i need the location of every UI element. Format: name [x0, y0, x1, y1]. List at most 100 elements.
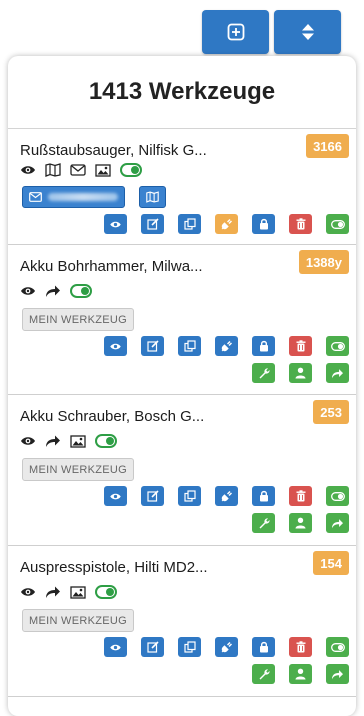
tool-name[interactable]: Rußstaubsauger, Nilfisk G... [20, 142, 207, 159]
eye-icon [110, 221, 121, 227]
share-icon [332, 669, 343, 679]
copy-button[interactable] [178, 336, 201, 356]
tool-name[interactable]: Akku Schrauber, Bosch G... [20, 408, 204, 425]
toggle-on-icon [95, 434, 117, 448]
tool-number-badge: 3166 [306, 134, 349, 158]
toggle-button[interactable] [326, 486, 349, 506]
share-button[interactable] [326, 513, 349, 533]
list-item[interactable]: Akku Schrauber, Bosch G... 253 MEIN WERK… [8, 394, 356, 546]
map-chip[interactable] [139, 186, 166, 208]
copy-button[interactable] [178, 637, 201, 657]
copy-icon [183, 641, 196, 653]
repair-button[interactable] [252, 363, 275, 383]
copy-button[interactable] [178, 214, 201, 234]
plug-button[interactable] [215, 486, 238, 506]
tool-number-badge: 253 [313, 400, 349, 424]
copy-icon [183, 490, 196, 502]
toggle-button[interactable] [326, 336, 349, 356]
copy-icon [183, 218, 196, 230]
delete-button[interactable] [289, 486, 312, 506]
envelope-icon [29, 192, 42, 202]
image-icon [95, 162, 111, 178]
share-icon [45, 283, 61, 299]
trash-icon [296, 340, 305, 352]
view-button[interactable] [104, 214, 127, 234]
action-row [104, 637, 349, 657]
eye-icon [110, 343, 121, 349]
share-icon [45, 584, 61, 600]
tool-name[interactable]: Akku Bohrhammer, Milwa... [20, 258, 203, 275]
add-button[interactable] [202, 10, 269, 54]
list-item[interactable]: Rußstaubsauger, Nilfisk G... 3166 [8, 128, 356, 245]
view-button[interactable] [104, 486, 127, 506]
status-icons [20, 162, 142, 178]
wrench-icon [259, 368, 270, 379]
action-row-secondary [252, 513, 349, 533]
lock-button[interactable] [252, 214, 275, 234]
share-button[interactable] [326, 664, 349, 684]
lock-button[interactable] [252, 486, 275, 506]
toggle-button[interactable] [326, 637, 349, 657]
edit-button[interactable] [141, 336, 164, 356]
image-icon [70, 584, 86, 600]
page-title: 1413 Werkzeuge [8, 56, 356, 129]
view-button[interactable] [104, 336, 127, 356]
action-row-secondary [252, 363, 349, 383]
toggle-on-icon [330, 491, 345, 501]
share-icon [45, 433, 61, 449]
repair-button[interactable] [252, 513, 275, 533]
lock-button[interactable] [252, 336, 275, 356]
eye-icon [20, 283, 36, 299]
edit-icon [146, 490, 159, 502]
redacted-text [48, 193, 118, 201]
plug-button[interactable] [215, 336, 238, 356]
user-icon [295, 517, 306, 529]
user-button[interactable] [289, 513, 312, 533]
delete-button[interactable] [289, 637, 312, 657]
action-row [104, 214, 349, 234]
lock-icon [259, 340, 268, 352]
share-button[interactable] [326, 363, 349, 383]
trash-icon [296, 218, 305, 230]
edit-button[interactable] [141, 637, 164, 657]
tool-number-badge: 1388y [298, 250, 349, 274]
repair-button[interactable] [252, 664, 275, 684]
edit-button[interactable] [141, 486, 164, 506]
list-item[interactable]: Akku Bohrhammer, Milwa... 1388y MEIN WER… [8, 244, 356, 395]
lock-icon [259, 641, 268, 653]
action-row [104, 486, 349, 506]
action-row-secondary [252, 664, 349, 684]
eye-icon [20, 584, 36, 600]
email-chip[interactable] [22, 186, 125, 208]
plug-icon [221, 219, 232, 230]
lock-icon [259, 218, 268, 230]
user-icon [295, 668, 306, 680]
map-icon [146, 191, 159, 203]
user-button[interactable] [289, 363, 312, 383]
trash-icon [296, 641, 305, 653]
tools-panel: 1413 Werkzeuge Rußstaubsauger, Nilfisk G… [8, 56, 356, 716]
toggle-button[interactable] [326, 214, 349, 234]
plug-icon [221, 642, 232, 653]
toggle-on-icon [330, 219, 345, 229]
envelope-icon [70, 162, 86, 178]
toggle-on-icon [70, 284, 92, 298]
user-button[interactable] [289, 664, 312, 684]
edit-icon [146, 340, 159, 352]
delete-button[interactable] [289, 336, 312, 356]
edit-button[interactable] [141, 214, 164, 234]
plug-button[interactable] [215, 214, 238, 234]
eye-icon [110, 493, 121, 499]
list-item[interactable]: Auspresspistole, Hilti MD2... 154 MEIN W… [8, 545, 356, 697]
lock-button[interactable] [252, 637, 275, 657]
tool-name[interactable]: Auspresspistole, Hilti MD2... [20, 559, 208, 576]
status-icons [20, 584, 117, 600]
wrench-icon [259, 518, 270, 529]
plug-button[interactable] [215, 637, 238, 657]
share-icon [332, 368, 343, 378]
copy-button[interactable] [178, 486, 201, 506]
my-tool-tag: MEIN WERKZEUG [22, 609, 135, 632]
view-button[interactable] [104, 637, 127, 657]
delete-button[interactable] [289, 214, 312, 234]
sort-button[interactable] [274, 10, 341, 54]
